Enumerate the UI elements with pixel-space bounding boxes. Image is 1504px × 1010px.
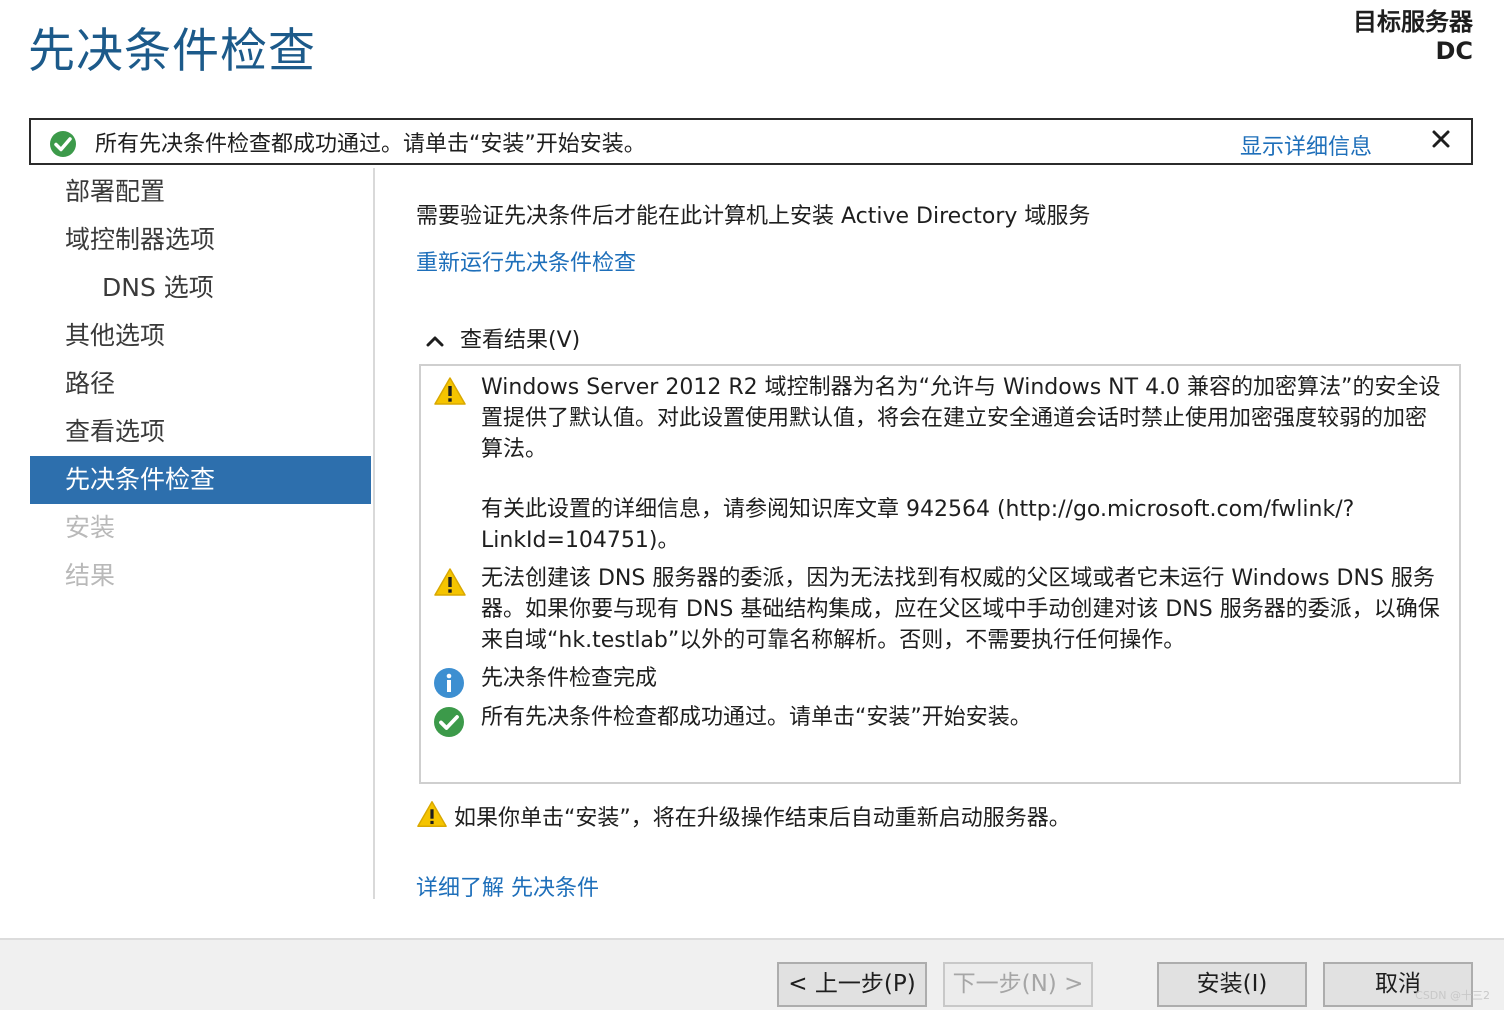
- warning-icon: [433, 567, 467, 601]
- result-text: 所有先决条件检查都成功通过。请单击“安装”开始安装。: [481, 705, 1032, 730]
- notification-text: 所有先决条件检查都成功通过。请单击“安装”开始安装。: [95, 132, 646, 157]
- close-icon[interactable]: [1431, 128, 1451, 154]
- sidebar-item-review-options[interactable]: 查看选项: [30, 408, 371, 456]
- notification-bar: 所有先决条件检查都成功通过。请单击“安装”开始安装。 显示详细信息: [29, 118, 1473, 165]
- next-button: 下一步(N) >: [943, 962, 1093, 1007]
- rerun-prerequisites-link[interactable]: 重新运行先决条件检查: [416, 245, 636, 277]
- result-item: 无法创建该 DNS 服务器的委派，因为无法找到有权威的父区域或者它未运行 Win…: [433, 563, 1443, 656]
- watermark: CSDN @十三2: [1415, 989, 1490, 1002]
- sidebar-item-dc-options[interactable]: 域控制器选项: [30, 216, 371, 264]
- warning-icon: [433, 376, 467, 410]
- sidebar-item-paths[interactable]: 路径: [30, 360, 371, 408]
- previous-button[interactable]: < 上一步(P): [777, 962, 927, 1007]
- show-details-link[interactable]: 显示详细信息: [1240, 129, 1372, 161]
- result-item: Windows Server 2012 R2 域控制器为名为“允许与 Windo…: [433, 372, 1443, 465]
- result-text: 无法创建该 DNS 服务器的委派，因为无法找到有权威的父区域或者它未运行 Win…: [481, 566, 1440, 653]
- page-title: 先决条件检查: [28, 24, 316, 79]
- sidebar-item-dns-options[interactable]: DNS 选项: [30, 264, 371, 312]
- success-icon: [433, 706, 465, 742]
- target-server: 目标服务器 DC: [1353, 8, 1473, 66]
- info-icon: [433, 667, 465, 703]
- result-item: 所有先决条件检查都成功通过。请单击“安装”开始安装。: [433, 702, 1443, 737]
- results-list: Windows Server 2012 R2 域控制器为名为“允许与 Windo…: [419, 364, 1461, 784]
- view-results-label: 查看结果(V): [460, 328, 581, 353]
- result-item: 先决条件检查完成: [433, 663, 1443, 698]
- sidebar-item-deployment-config[interactable]: 部署配置: [30, 168, 371, 216]
- install-button[interactable]: 安装(I): [1157, 962, 1307, 1007]
- sidebar: 部署配置 域控制器选项 DNS 选项 其他选项 路径 查看选项 先决条件检查 安…: [30, 168, 372, 898]
- success-icon: [49, 130, 77, 162]
- warning-icon: [416, 799, 448, 833]
- sidebar-divider: [373, 168, 375, 899]
- learn-more-prerequisites-link[interactable]: 详细了解 先决条件: [416, 870, 599, 902]
- intro-text: 需要验证先决条件后才能在此计算机上安装 Active Directory 域服务: [416, 204, 1091, 229]
- sidebar-item-results: 结果: [65, 561, 116, 590]
- result-text: 先决条件检查完成: [481, 666, 658, 691]
- sidebar-item-additional-options[interactable]: 其他选项: [30, 312, 371, 360]
- restart-warning-text: 如果你单击“安装”，将在升级操作结束后自动重新启动服务器。: [454, 806, 1071, 831]
- view-results-toggle[interactable]: 查看结果(V): [426, 322, 580, 354]
- target-server-label: 目标服务器: [1353, 8, 1473, 36]
- result-item: 有关此设置的详细信息，请参阅知识库文章 942564 (http://go.mi…: [433, 494, 1443, 556]
- result-text: 有关此设置的详细信息，请参阅知识库文章 942564 (http://go.mi…: [481, 497, 1355, 553]
- sidebar-item-prerequisites[interactable]: 先决条件检查: [30, 456, 371, 504]
- chevron-up-icon: [426, 328, 448, 353]
- button-bar: < 上一步(P) 下一步(N) > 安装(I) 取消: [0, 938, 1504, 1010]
- sidebar-item-installation: 安装: [65, 513, 116, 542]
- target-server-value: DC: [1435, 37, 1473, 65]
- result-text: Windows Server 2012 R2 域控制器为名为“允许与 Windo…: [481, 375, 1441, 462]
